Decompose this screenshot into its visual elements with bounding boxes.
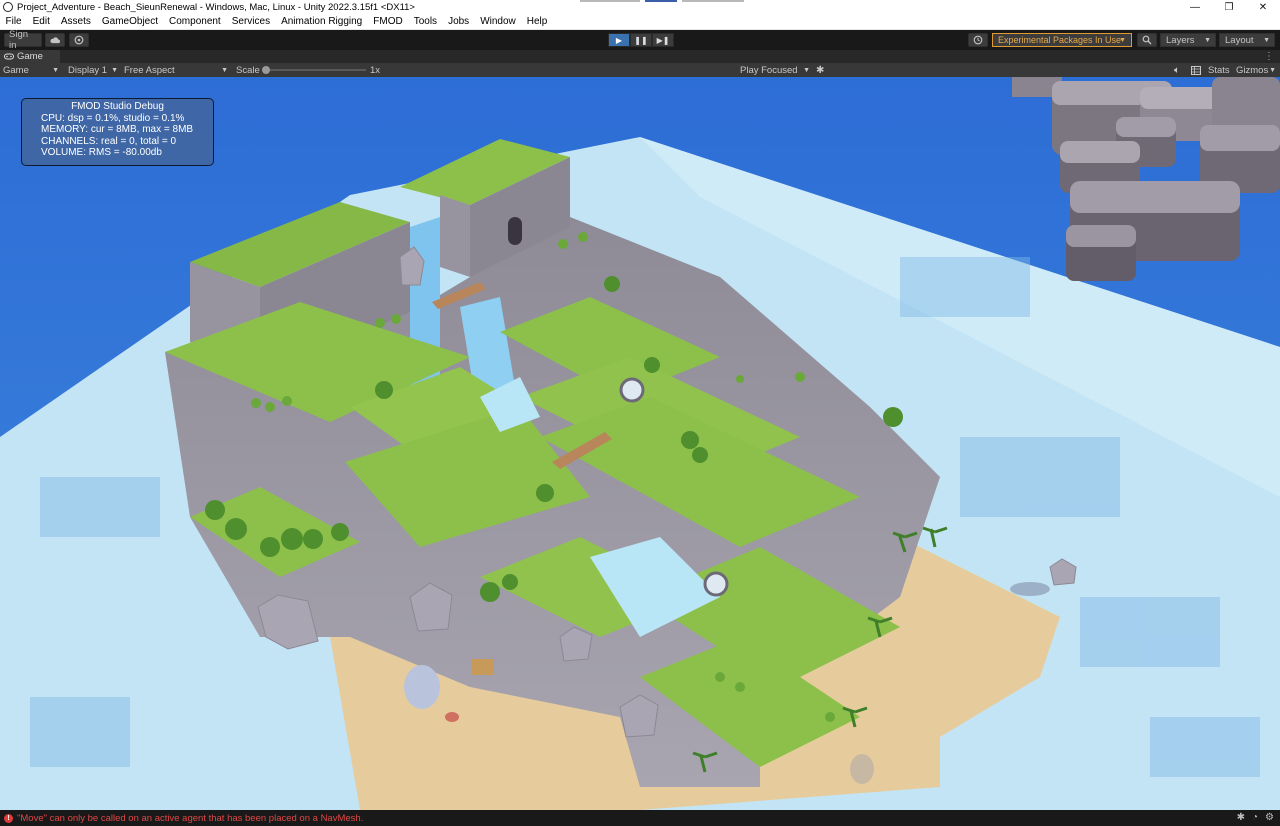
menu-window[interactable]: Window [475, 16, 522, 27]
game-view-toolbar: Game ▼ Display 1 ▼ Free Aspect ▼ Scale 1… [0, 63, 1280, 77]
layout-label: Layout [1225, 34, 1254, 46]
chevron-down-icon: ▼ [1119, 36, 1126, 44]
experimental-packages-dropdown[interactable]: Experimental Packages In Use ▼ [992, 33, 1132, 47]
experimental-packages-label: Experimental Packages In Use [998, 35, 1122, 45]
display-label: Display 1 [68, 64, 108, 76]
play-button[interactable]: ▶ [608, 33, 630, 47]
menu-services[interactable]: Services [226, 16, 275, 27]
play-focused-label: Play Focused [740, 64, 798, 76]
tab-game[interactable]: Game [0, 50, 60, 63]
scale-slider-track[interactable] [266, 69, 366, 71]
playmode-controls: ▶ ❚❚ ▶❚ [608, 33, 674, 47]
auto-generate-lighting-icon[interactable]: ⚙ [1265, 812, 1274, 823]
fmod-cpu-line: CPU: dsp = 0.1%, studio = 0.1% [41, 113, 185, 125]
menu-tools[interactable]: Tools [408, 16, 442, 27]
cloud-icon[interactable] [45, 33, 65, 47]
status-bar-icons: ✱ ◔ ⚙ [1237, 812, 1274, 823]
stats-button[interactable]: Stats [1208, 63, 1230, 77]
chevron-down-icon: ▼ [1263, 36, 1270, 44]
window-title-bar: Project_Adventure - Beach_SieunRenewal -… [0, 0, 1280, 14]
menu-file[interactable]: File [0, 16, 27, 27]
unity-logo-icon [3, 2, 13, 12]
close-button[interactable]: ✕ [1246, 0, 1280, 14]
aspect-dropdown[interactable]: Free Aspect ▼ [124, 63, 230, 77]
collab-icon[interactable] [69, 33, 89, 47]
layers-label: Layers [1166, 34, 1195, 46]
gizmos-label: Gizmos [1236, 64, 1269, 76]
fmod-channels-line: CHANNELS: real = 0, total = 0 [41, 135, 177, 147]
stats-grid-icon[interactable] [1191, 63, 1201, 77]
game-view[interactable]: FMOD Studio Debug CPU: dsp = 0.1%, studi… [0, 77, 1280, 810]
bug-icon[interactable]: ✱ [816, 63, 824, 77]
chevron-down-icon: ▼ [803, 66, 810, 74]
title-bar-marks [580, 0, 745, 2]
menu-gameobject[interactable]: GameObject [96, 16, 163, 27]
main-toolbar: Sign in ▶ ❚❚ ▶❚ Experimental Packages In… [0, 29, 1280, 51]
chevron-down-icon: ▼ [221, 66, 228, 74]
layout-dropdown[interactable]: Layout ▼ [1219, 33, 1275, 47]
game-mode-label: Game [3, 64, 29, 76]
fmod-memory-line: MEMORY: cur = 8MB, max = 8MB [41, 124, 194, 136]
menu-fmod[interactable]: FMOD [368, 16, 408, 27]
menu-component[interactable]: Component [164, 16, 227, 27]
bug-report-icon[interactable]: ✱ [1237, 812, 1245, 823]
gizmos-dropdown[interactable]: Gizmos ▼ [1236, 63, 1278, 77]
window-title: Project_Adventure - Beach_SieunRenewal -… [17, 1, 415, 13]
menu-jobs[interactable]: Jobs [443, 16, 475, 27]
menu-edit[interactable]: Edit [27, 16, 55, 27]
play-focused-dropdown[interactable]: Play Focused ▼ [740, 63, 812, 77]
step-button[interactable]: ▶❚ [652, 33, 674, 47]
scale-label: Scale [236, 64, 260, 76]
game-scene-render [0, 77, 1280, 810]
history-icon[interactable] [968, 33, 988, 47]
fmod-volume-line: VOLUME: RMS = -80.00db [41, 146, 162, 158]
gamepad-icon [4, 53, 14, 60]
chevron-down-icon: ▼ [1204, 36, 1211, 44]
status-bar[interactable]: ! "Move" can only be called on an active… [0, 810, 1280, 826]
maximize-button[interactable]: ❐ [1212, 0, 1246, 14]
layers-dropdown[interactable]: Layers ▼ [1160, 33, 1216, 47]
search-icon[interactable] [1137, 33, 1157, 47]
aspect-label: Free Aspect [124, 64, 175, 76]
tab-strip: Game ⋮ [0, 50, 1280, 63]
pause-button[interactable]: ❚❚ [630, 33, 652, 47]
progress-icon[interactable]: ◔ [1252, 812, 1258, 823]
menu-bar: File Edit Assets GameObject Component Se… [0, 14, 1280, 30]
game-mode-dropdown[interactable]: Game ▼ [3, 63, 61, 77]
tab-game-label: Game [17, 51, 43, 62]
error-icon: ! [4, 813, 13, 823]
menu-animation-rigging[interactable]: Animation Rigging [276, 16, 368, 27]
display-dropdown[interactable]: Display 1 ▼ [68, 63, 120, 77]
fmod-debug-title: FMOD Studio Debug [71, 101, 164, 112]
chevron-down-icon: ▼ [1269, 66, 1276, 74]
window-controls: — ❐ ✕ [1178, 0, 1280, 14]
menu-help[interactable]: Help [521, 16, 553, 27]
minimize-button[interactable]: — [1178, 0, 1212, 14]
more-options-icon[interactable]: ⋮ [1264, 50, 1274, 63]
sign-in-button[interactable]: Sign in [4, 29, 42, 51]
chevron-down-icon: ▼ [52, 66, 59, 74]
chevron-down-icon: ▼ [111, 66, 118, 74]
fmod-debug-panel: FMOD Studio Debug CPU: dsp = 0.1%, studi… [21, 98, 214, 166]
scale-value: 1x [370, 64, 381, 76]
speaker-icon[interactable]: 🔈︎ [1174, 63, 1180, 77]
console-error-message[interactable]: "Move" can only be called on an active a… [17, 813, 363, 824]
scale-slider-handle[interactable] [262, 66, 270, 74]
menu-assets[interactable]: Assets [55, 16, 96, 27]
